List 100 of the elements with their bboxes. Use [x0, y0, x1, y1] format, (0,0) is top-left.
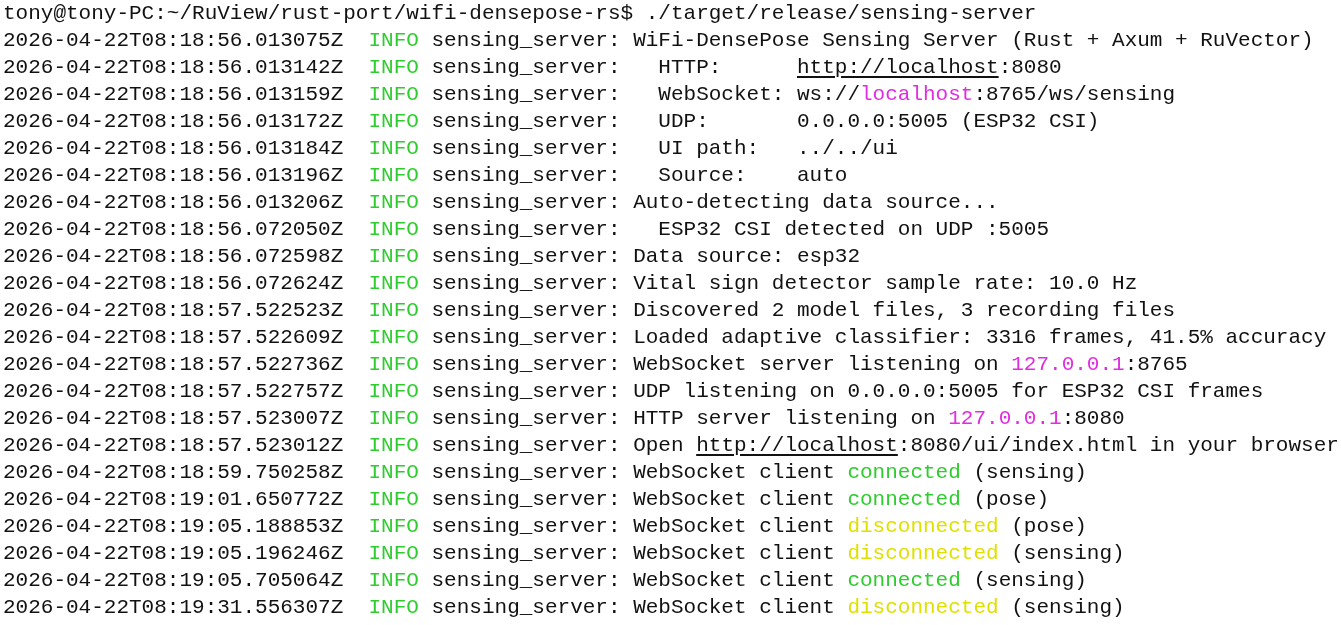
- log-message: (sensing): [972, 569, 1087, 592]
- log-level: INFO: [368, 164, 419, 187]
- log-message: WebSocket client: [633, 515, 836, 538]
- log-timestamp: 2026-04-22T08:18:57.523012Z: [3, 434, 344, 457]
- log-level: INFO: [368, 488, 419, 511]
- log-timestamp: 2026-04-22T08:18:56.013142Z: [3, 56, 344, 79]
- log-message: WebSocket client: [633, 488, 836, 511]
- log-message: WebSocket client: [633, 569, 836, 592]
- log-level: INFO: [368, 299, 419, 322]
- log-timestamp: 2026-04-22T08:19:05.196246Z: [3, 542, 344, 565]
- log-source: sensing_server:: [431, 191, 621, 214]
- log-message: ESP32 CSI detected on UDP :5005: [657, 218, 1050, 241]
- log-message: :8080: [998, 56, 1062, 79]
- log-timestamp: 2026-04-22T08:18:56.013159Z: [3, 83, 344, 106]
- log-message: :8080/ui/index.html in your browser: [897, 434, 1339, 457]
- log-timestamp: 2026-04-22T08:19:05.705064Z: [3, 569, 344, 592]
- log-source: sensing_server:: [431, 29, 621, 52]
- log-level: INFO: [368, 380, 419, 403]
- log-message: :8080: [1061, 407, 1125, 430]
- log-source: sensing_server:: [431, 407, 621, 430]
- host-address: localhost: [860, 83, 974, 106]
- log-source: sensing_server:: [431, 569, 621, 592]
- log-source: sensing_server:: [431, 596, 621, 619]
- log-message: :8765/ws/sensing: [973, 83, 1176, 106]
- log-source: sensing_server:: [431, 218, 621, 241]
- log-timestamp: 2026-04-22T08:18:56.013075Z: [3, 29, 344, 52]
- log-message: WebSocket server listening on: [633, 353, 1000, 376]
- host-address: 127.0.0.1: [948, 407, 1062, 430]
- host-address: 127.0.0.1: [1011, 353, 1125, 376]
- shell-prompt: tony@tony-PC:~/RuView/rust-port/wifi-densepose-rs$: [3, 2, 634, 25]
- log-timestamp: 2026-04-22T08:18:56.072598Z: [3, 245, 344, 268]
- log-message: (pose): [972, 488, 1050, 511]
- status-text: connected: [847, 461, 961, 484]
- log-source: sensing_server:: [431, 110, 621, 133]
- log-message: Discovered 2 model files, 3 recording files: [633, 299, 1176, 322]
- log-level: INFO: [368, 272, 419, 295]
- link[interactable]: http://localhost: [696, 434, 898, 457]
- log-level: INFO: [368, 110, 419, 133]
- log-timestamp: 2026-04-22T08:19:31.556307Z: [3, 596, 344, 619]
- log-source: sensing_server:: [431, 299, 621, 322]
- log-timestamp: 2026-04-22T08:19:05.188853Z: [3, 515, 344, 538]
- log-timestamp: 2026-04-22T08:19:01.650772Z: [3, 488, 344, 511]
- log-message: WebSocket client: [633, 596, 836, 619]
- log-message: (pose): [1010, 515, 1087, 538]
- log-level: INFO: [368, 542, 419, 565]
- log-message: WebSocket client: [633, 542, 836, 565]
- log-level: INFO: [368, 353, 419, 376]
- log-source: sensing_server:: [431, 542, 621, 565]
- log-source: sensing_server:: [431, 56, 621, 79]
- log-timestamp: 2026-04-22T08:18:59.750258Z: [3, 461, 344, 484]
- link[interactable]: http://localhost: [797, 56, 999, 79]
- log-message: Source: auto: [657, 164, 848, 187]
- log-source: sensing_server:: [431, 245, 621, 268]
- log-message: Auto-detecting data source...: [633, 191, 999, 214]
- log-message: :8765: [1124, 353, 1188, 376]
- log-level: INFO: [368, 434, 419, 457]
- log-source: sensing_server:: [431, 380, 621, 403]
- log-message: (sensing): [1010, 542, 1125, 565]
- log-level: INFO: [368, 83, 419, 106]
- log-source: sensing_server:: [431, 488, 621, 511]
- log-source: sensing_server:: [431, 461, 621, 484]
- log-level: INFO: [368, 56, 419, 79]
- log-level: INFO: [368, 218, 419, 241]
- log-level: INFO: [368, 326, 419, 349]
- log-level: INFO: [368, 191, 419, 214]
- log-level: INFO: [368, 569, 419, 592]
- log-level: INFO: [368, 407, 419, 430]
- log-message: HTTP server listening on: [633, 407, 937, 430]
- status-text: disconnected: [847, 596, 999, 619]
- log-message: Data source: esp32: [633, 245, 860, 268]
- log-message: UDP listening on 0.0.0.0:5005 for ESP32 CSI frames: [633, 380, 1264, 403]
- log-message: Open: [633, 434, 685, 457]
- log-timestamp: 2026-04-22T08:18:56.013206Z: [3, 191, 344, 214]
- log-level: INFO: [368, 515, 419, 538]
- log-timestamp: 2026-04-22T08:18:56.013196Z: [3, 164, 344, 187]
- log-source: sensing_server:: [431, 353, 621, 376]
- log-source: sensing_server:: [431, 164, 621, 187]
- log-level: INFO: [368, 461, 419, 484]
- status-text: connected: [847, 488, 961, 511]
- log-message: WiFi-DensePose Sensing Server (Rust + Axum + RuVector): [633, 29, 1314, 52]
- log-timestamp: 2026-04-22T08:18:56.072624Z: [3, 272, 344, 295]
- log-source: sensing_server:: [431, 137, 621, 160]
- log-level: INFO: [368, 245, 419, 268]
- log-level: INFO: [368, 596, 419, 619]
- log-source: sensing_server:: [431, 83, 621, 106]
- status-text: connected: [847, 569, 961, 592]
- log-timestamp: 2026-04-22T08:18:57.522757Z: [3, 380, 344, 403]
- shell-command: ./target/release/sensing-server: [645, 2, 1037, 25]
- log-timestamp: 2026-04-22T08:18:57.523007Z: [3, 407, 344, 430]
- status-text: disconnected: [847, 515, 999, 538]
- log-source: sensing_server:: [431, 515, 621, 538]
- log-timestamp: 2026-04-22T08:18:56.013172Z: [3, 110, 344, 133]
- log-message: Loaded adaptive classifier: 3316 frames, 41.5% accuracy: [633, 326, 1327, 349]
- log-timestamp: 2026-04-22T08:18:57.522609Z: [3, 326, 344, 349]
- log-message: WebSocket client: [633, 461, 836, 484]
- log-source: sensing_server:: [431, 326, 621, 349]
- log-level: INFO: [368, 29, 419, 52]
- log-message: Vital sign detector sample rate: 10.0 Hz: [633, 272, 1138, 295]
- log-message: WebSocket: ws://: [657, 83, 860, 106]
- log-message: UDP: 0.0.0.0:5005 (ESP32 CSI): [657, 110, 1100, 133]
